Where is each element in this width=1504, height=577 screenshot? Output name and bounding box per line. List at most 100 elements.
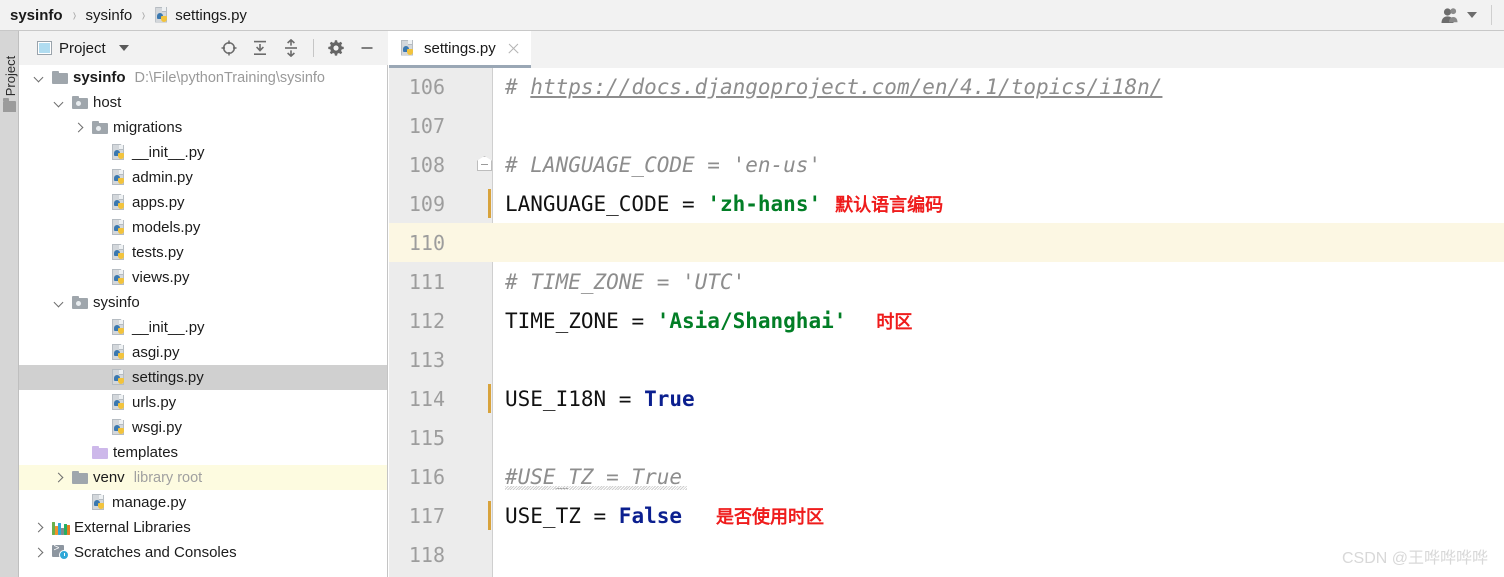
tree-item---init---py[interactable]: __init__.py: [19, 315, 387, 340]
tree-item-scratches-and-consoles[interactable]: Scratches and Consoles: [19, 540, 387, 565]
chevron-down-icon[interactable]: [33, 72, 44, 83]
scratches-icon: [52, 543, 69, 560]
python-file-icon: [112, 169, 127, 186]
gutter-line-115[interactable]: 115: [389, 418, 493, 457]
gutter-line-118[interactable]: 118: [389, 535, 493, 574]
code-line-117[interactable]: USE_TZ = False 是否使用时区: [505, 496, 824, 535]
code-line-111[interactable]: # TIME_ZONE = 'UTC': [505, 262, 745, 301]
gutter-line-106[interactable]: 106: [389, 68, 493, 106]
tree-item-label: manage.py: [112, 494, 187, 511]
python-file-icon: [112, 419, 127, 436]
chevron-down-icon[interactable]: [53, 97, 64, 108]
tree-item-asgi-py[interactable]: asgi.py: [19, 340, 387, 365]
breadcrumb-bar: sysinfo › sysinfo › settings.py: [0, 0, 1504, 31]
tree-item-host[interactable]: host: [19, 90, 387, 115]
chevron-right-icon[interactable]: [33, 547, 44, 558]
tree-item-tests-py[interactable]: tests.py: [19, 240, 387, 265]
tree-item-models-py[interactable]: models.py: [19, 215, 387, 240]
breadcrumb-item-settings-py[interactable]: settings.py: [153, 6, 249, 24]
code-line-112[interactable]: TIME_ZONE = 'Asia/Shanghai' 时区: [505, 301, 912, 340]
chevron-down-icon[interactable]: [1467, 12, 1477, 18]
gutter-line-114[interactable]: 114: [389, 379, 493, 418]
tree-item-external-libraries[interactable]: External Libraries: [19, 515, 387, 540]
gutter-line-117[interactable]: 117: [389, 496, 493, 535]
vcs-change-marker[interactable]: [488, 501, 491, 530]
breadcrumb-item-sysinfo[interactable]: sysinfo: [84, 7, 135, 24]
line-number: 117: [408, 504, 445, 528]
topbar-right-actions: [1440, 0, 1504, 30]
tree-item-sysinfo[interactable]: sysinfo: [19, 290, 387, 315]
hide-icon[interactable]: [358, 39, 376, 57]
project-view-selector[interactable]: Project: [19, 40, 129, 57]
tree-item-label: asgi.py: [132, 344, 180, 361]
code-line-106[interactable]: # https://docs.djangoproject.com/en/4.1/…: [505, 68, 1162, 106]
gutter-line-111[interactable]: 111: [389, 262, 493, 301]
tree-item-urls-py[interactable]: urls.py: [19, 390, 387, 415]
python-file-icon: [112, 344, 127, 361]
users-icon[interactable]: [1440, 7, 1461, 24]
window-icon: [37, 41, 52, 55]
tree-item-label: __init__.py: [132, 319, 205, 336]
line-number: 111: [408, 270, 445, 294]
tree-item-views-py[interactable]: views.py: [19, 265, 387, 290]
gutter-line-107[interactable]: 107: [389, 106, 493, 145]
tree-item-wsgi-py[interactable]: wsgi.py: [19, 415, 387, 440]
line-number: 109: [408, 192, 445, 216]
tree-item-manage-py[interactable]: manage.py: [19, 490, 387, 515]
breadcrumb-item-label: settings.py: [175, 6, 247, 24]
tree-item-settings-py[interactable]: settings.py: [19, 365, 387, 390]
gutter-line-110[interactable]: 110: [389, 223, 493, 262]
line-number: 106: [408, 75, 445, 99]
vcs-change-marker[interactable]: [488, 384, 491, 413]
current-line-highlight: [493, 223, 1504, 262]
tree-item-templates[interactable]: templates: [19, 440, 387, 465]
code-line-116[interactable]: #USE_TZ = True: [505, 457, 682, 496]
chevron-right-icon[interactable]: [73, 122, 84, 133]
code-token: 'zh-hans': [707, 191, 822, 216]
tree-item-label: models.py: [132, 219, 201, 236]
python-file-icon: [112, 144, 127, 161]
tree-item-sysinfo[interactable]: sysinfo D:\File\pythonTraining\sysinfo: [19, 65, 387, 90]
code-editor[interactable]: 106 107 108 109 110 111 112 113 114 115 116 117 118 …: [389, 68, 1504, 577]
gutter-line-112[interactable]: 112: [389, 301, 493, 340]
watermark: CSDN @王哗哗哗哗: [1341, 550, 1488, 567]
chevron-down-icon[interactable]: [118, 45, 129, 51]
code-token: =: [618, 308, 657, 333]
tree-item---init---py[interactable]: __init__.py: [19, 140, 387, 165]
code-line-114[interactable]: USE_I18N = True: [505, 379, 695, 418]
collapse-all-icon[interactable]: [282, 38, 300, 58]
project-tree[interactable]: sysinfo D:\File\pythonTraining\sysinfo hos…: [19, 65, 387, 577]
close-icon[interactable]: [507, 42, 520, 55]
python-file-icon: [112, 319, 127, 336]
vcs-change-marker[interactable]: [488, 189, 491, 218]
folder-icon: [92, 121, 108, 134]
chevron-down-icon[interactable]: [53, 297, 64, 308]
settings-gear-icon[interactable]: [327, 39, 345, 57]
tree-item-migrations[interactable]: migrations: [19, 115, 387, 140]
tree-item-venv[interactable]: venv library root: [19, 465, 387, 490]
code-fold-marker[interactable]: [477, 156, 492, 171]
python-file-icon: [92, 494, 107, 511]
code-line-108[interactable]: # LANGUAGE_CODE = 'en-us': [505, 145, 821, 184]
chevron-right-icon[interactable]: [33, 522, 44, 533]
gutter-line-109[interactable]: 109: [389, 184, 493, 223]
chevron-right-icon[interactable]: [53, 472, 64, 483]
folder-icon: [72, 296, 88, 309]
tree-item-apps-py[interactable]: apps.py: [19, 190, 387, 215]
tree-item-admin-py[interactable]: admin.py: [19, 165, 387, 190]
code-token: USE_TZ: [505, 503, 581, 528]
gutter-line-116[interactable]: 116: [389, 457, 493, 496]
tree-item-label: apps.py: [132, 194, 185, 211]
code-line-109[interactable]: LANGUAGE_CODE = 'zh-hans' 默认语言编码: [505, 184, 943, 223]
breadcrumb-item-label: sysinfo: [85, 6, 133, 24]
gutter-line-113[interactable]: 113: [389, 340, 493, 379]
tree-item-note: library root: [133, 469, 203, 486]
editor-tab-settings-py[interactable]: settings.py: [389, 31, 531, 68]
breadcrumb-separator: ›: [142, 4, 146, 26]
expand-all-icon[interactable]: [251, 39, 269, 57]
code-annotation: 时区: [876, 311, 913, 333]
tree-item-label: venv: [93, 469, 125, 486]
tree-item-label: urls.py: [132, 394, 177, 411]
breadcrumb-item-sysinfo[interactable]: sysinfo: [8, 7, 65, 24]
select-opened-file-icon[interactable]: [220, 39, 238, 57]
